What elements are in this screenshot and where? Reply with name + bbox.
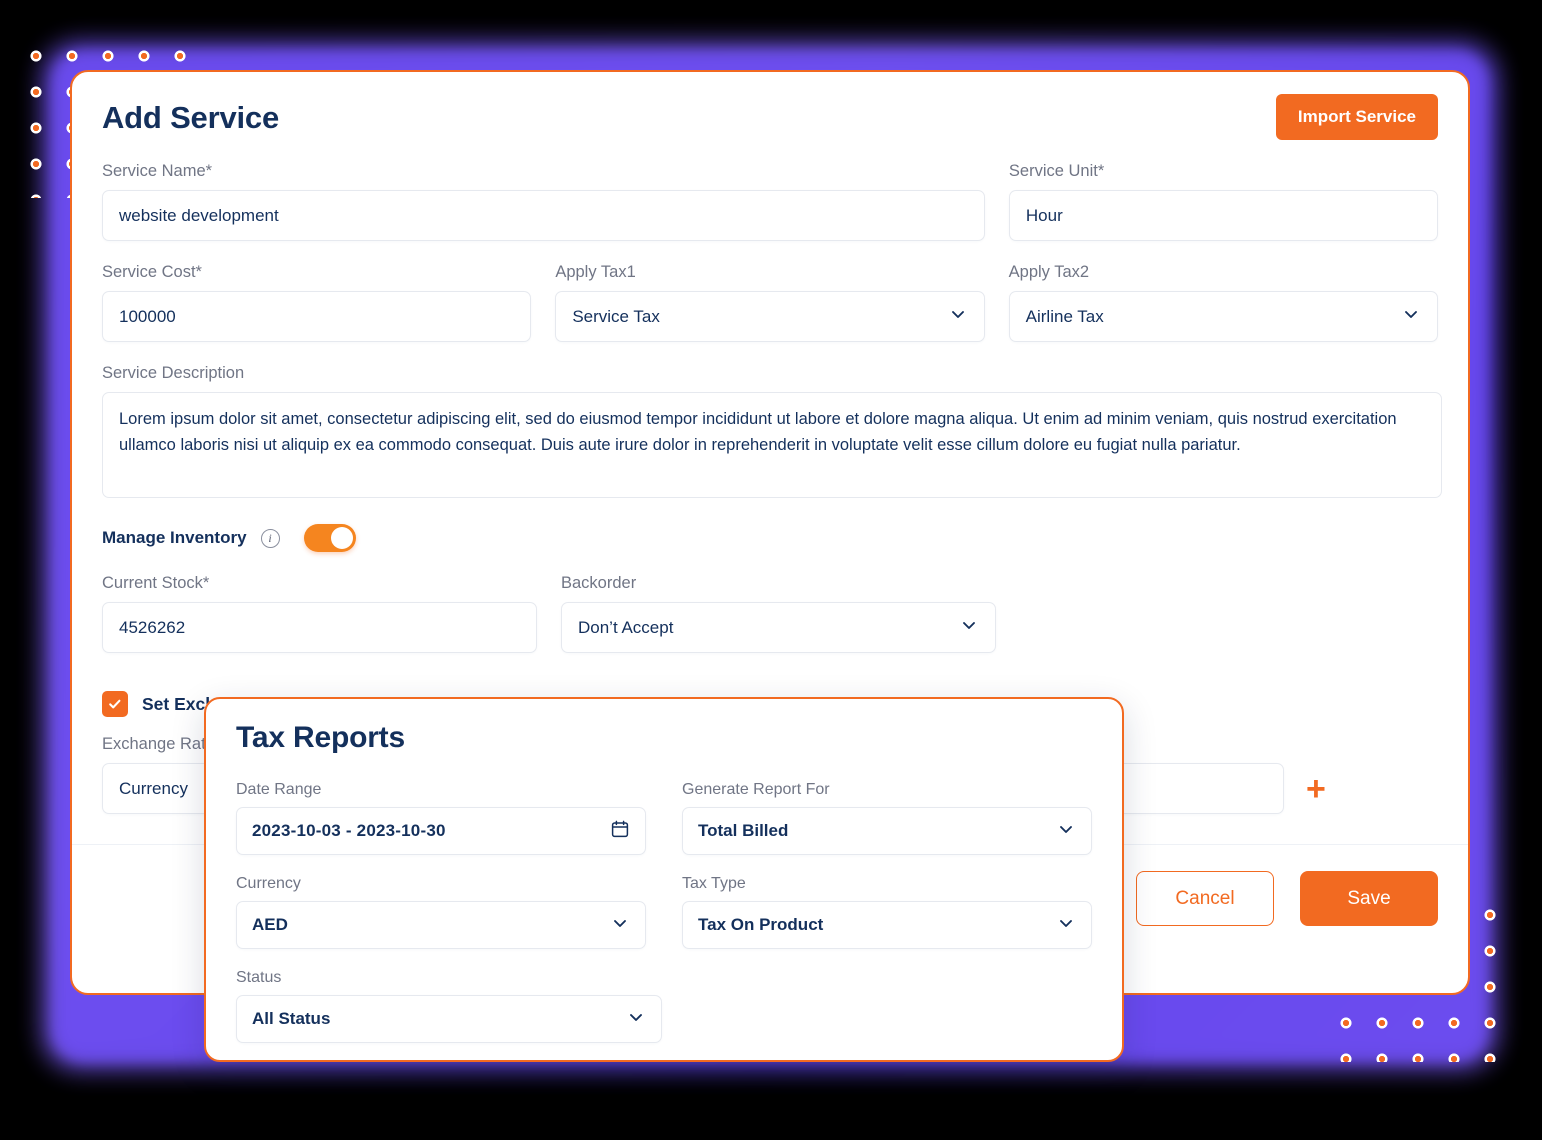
service-cost-label: Service Cost*	[102, 263, 202, 281]
service-description-field: Service Description Lorem ipsum dolor si…	[102, 364, 1442, 498]
backorder-value: Don’t Accept	[578, 617, 674, 637]
chevron-down-icon	[1401, 304, 1421, 329]
tax-reports-row-1: Date Range 2023-10-03 - 2023-10-30 Gener…	[236, 781, 1092, 855]
service-cost-field: Service Cost*	[102, 263, 532, 342]
date-range-value: 2023-10-03 - 2023-10-30	[252, 821, 446, 840]
service-name-field: Service Name*	[102, 162, 985, 241]
current-stock-field: Current Stock*	[102, 574, 537, 653]
apply-tax2-label: Apply Tax2	[1008, 263, 1090, 281]
tax-type-value: Tax On Product	[698, 915, 824, 934]
currency-select[interactable]: AED	[236, 901, 646, 949]
apply-tax2-field: Apply Tax2 Airline Tax	[1008, 263, 1438, 342]
date-range-label: Date Range	[236, 781, 322, 798]
save-button[interactable]: Save	[1300, 871, 1438, 926]
service-cost-control[interactable]	[102, 291, 532, 342]
apply-tax2-value: Airline Tax	[1025, 306, 1104, 326]
service-unit-input[interactable]	[1025, 205, 1421, 226]
generate-report-for-field: Generate Report For Total Billed	[682, 781, 1092, 855]
status-field: Status All Status	[236, 969, 662, 1043]
manage-inventory-label: Manage Inventory	[102, 528, 247, 547]
form-row-2: Service Cost* Apply Tax1 Service Tax	[102, 263, 1438, 342]
chevron-down-icon	[1056, 913, 1076, 938]
service-name-control[interactable]	[102, 190, 985, 241]
chevron-down-icon	[959, 615, 979, 640]
plus-icon[interactable]: +	[1306, 772, 1326, 814]
current-stock-control[interactable]	[102, 602, 537, 653]
service-unit-label: Service Unit*	[1008, 162, 1105, 180]
screen-root: Add Service Import Service Service Name*…	[0, 0, 1542, 1140]
generate-report-for-value: Total Billed	[698, 821, 789, 840]
apply-tax1-label: Apply Tax1	[555, 263, 636, 281]
chevron-down-icon	[626, 1007, 646, 1032]
calendar-icon[interactable]	[610, 819, 630, 844]
service-name-input[interactable]	[119, 205, 968, 226]
backorder-field: Backorder Don’t Accept	[561, 574, 996, 653]
currency-value: AED	[252, 915, 288, 934]
status-label: Status	[236, 969, 282, 986]
import-service-button[interactable]: Import Service	[1275, 94, 1438, 140]
current-stock-label: Current Stock*	[102, 574, 210, 592]
tax-type-label: Tax Type	[682, 875, 746, 892]
form-row-1: Service Name* Service Unit*	[102, 162, 1438, 241]
card-header: Add Service Import Service	[102, 94, 1438, 140]
backorder-select[interactable]: Don’t Accept	[561, 602, 996, 653]
form-row-3: Service Description Lorem ipsum dolor si…	[102, 364, 1442, 498]
status-select[interactable]: All Status	[236, 995, 662, 1043]
service-cost-input[interactable]	[119, 306, 515, 327]
currency-field: Currency AED	[236, 875, 646, 949]
chevron-down-icon	[1056, 819, 1076, 844]
check-icon	[109, 699, 121, 709]
service-description-label: Service Description	[102, 364, 245, 382]
form-row-4: Current Stock* Backorder Don’t Accept	[102, 574, 1438, 653]
service-name-label: Service Name*	[102, 162, 213, 180]
service-unit-control[interactable]	[1008, 190, 1438, 241]
status-value: All Status	[252, 1009, 331, 1028]
cancel-button[interactable]: Cancel	[1136, 871, 1274, 926]
service-description-textarea[interactable]: Lorem ipsum dolor sit amet, consectetur …	[102, 392, 1442, 498]
current-stock-input[interactable]	[119, 617, 520, 638]
backorder-label: Backorder	[561, 574, 637, 592]
service-unit-field: Service Unit*	[1008, 162, 1438, 241]
apply-tax1-field: Apply Tax1 Service Tax	[555, 263, 985, 342]
toggle-knob	[330, 527, 353, 549]
page-title: Add Service	[102, 100, 279, 135]
tax-reports-row-3: Status All Status	[236, 969, 1092, 1043]
currency-value: Currency	[119, 778, 188, 798]
apply-tax1-select[interactable]: Service Tax	[555, 291, 985, 342]
chevron-down-icon	[610, 913, 630, 938]
apply-tax1-value: Service Tax	[572, 306, 660, 326]
tax-reports-title: Tax Reports	[236, 721, 405, 754]
date-range-field: Date Range 2023-10-03 - 2023-10-30	[236, 781, 646, 855]
tax-reports-row-2: Currency AED Tax Type Tax On Product	[236, 875, 1092, 949]
tax-type-select[interactable]: Tax On Product	[682, 901, 1092, 949]
apply-tax2-select[interactable]: Airline Tax	[1008, 291, 1438, 342]
manage-inventory-row: Manage Inventory i	[102, 524, 1438, 552]
date-range-input[interactable]: 2023-10-03 - 2023-10-30	[236, 807, 646, 855]
generate-report-for-select[interactable]: Total Billed	[682, 807, 1092, 855]
set-exchange-rate-checkbox[interactable]	[102, 691, 128, 717]
currency-label: Currency	[236, 875, 301, 892]
tax-type-field: Tax Type Tax On Product	[682, 875, 1092, 949]
chevron-down-icon	[948, 304, 968, 329]
generate-report-for-label: Generate Report For	[682, 781, 830, 798]
manage-inventory-toggle[interactable]	[303, 524, 356, 552]
tax-reports-dialog: Tax Reports Date Range 2023-10-03 - 2023…	[204, 697, 1124, 1062]
info-icon[interactable]: i	[260, 528, 280, 548]
